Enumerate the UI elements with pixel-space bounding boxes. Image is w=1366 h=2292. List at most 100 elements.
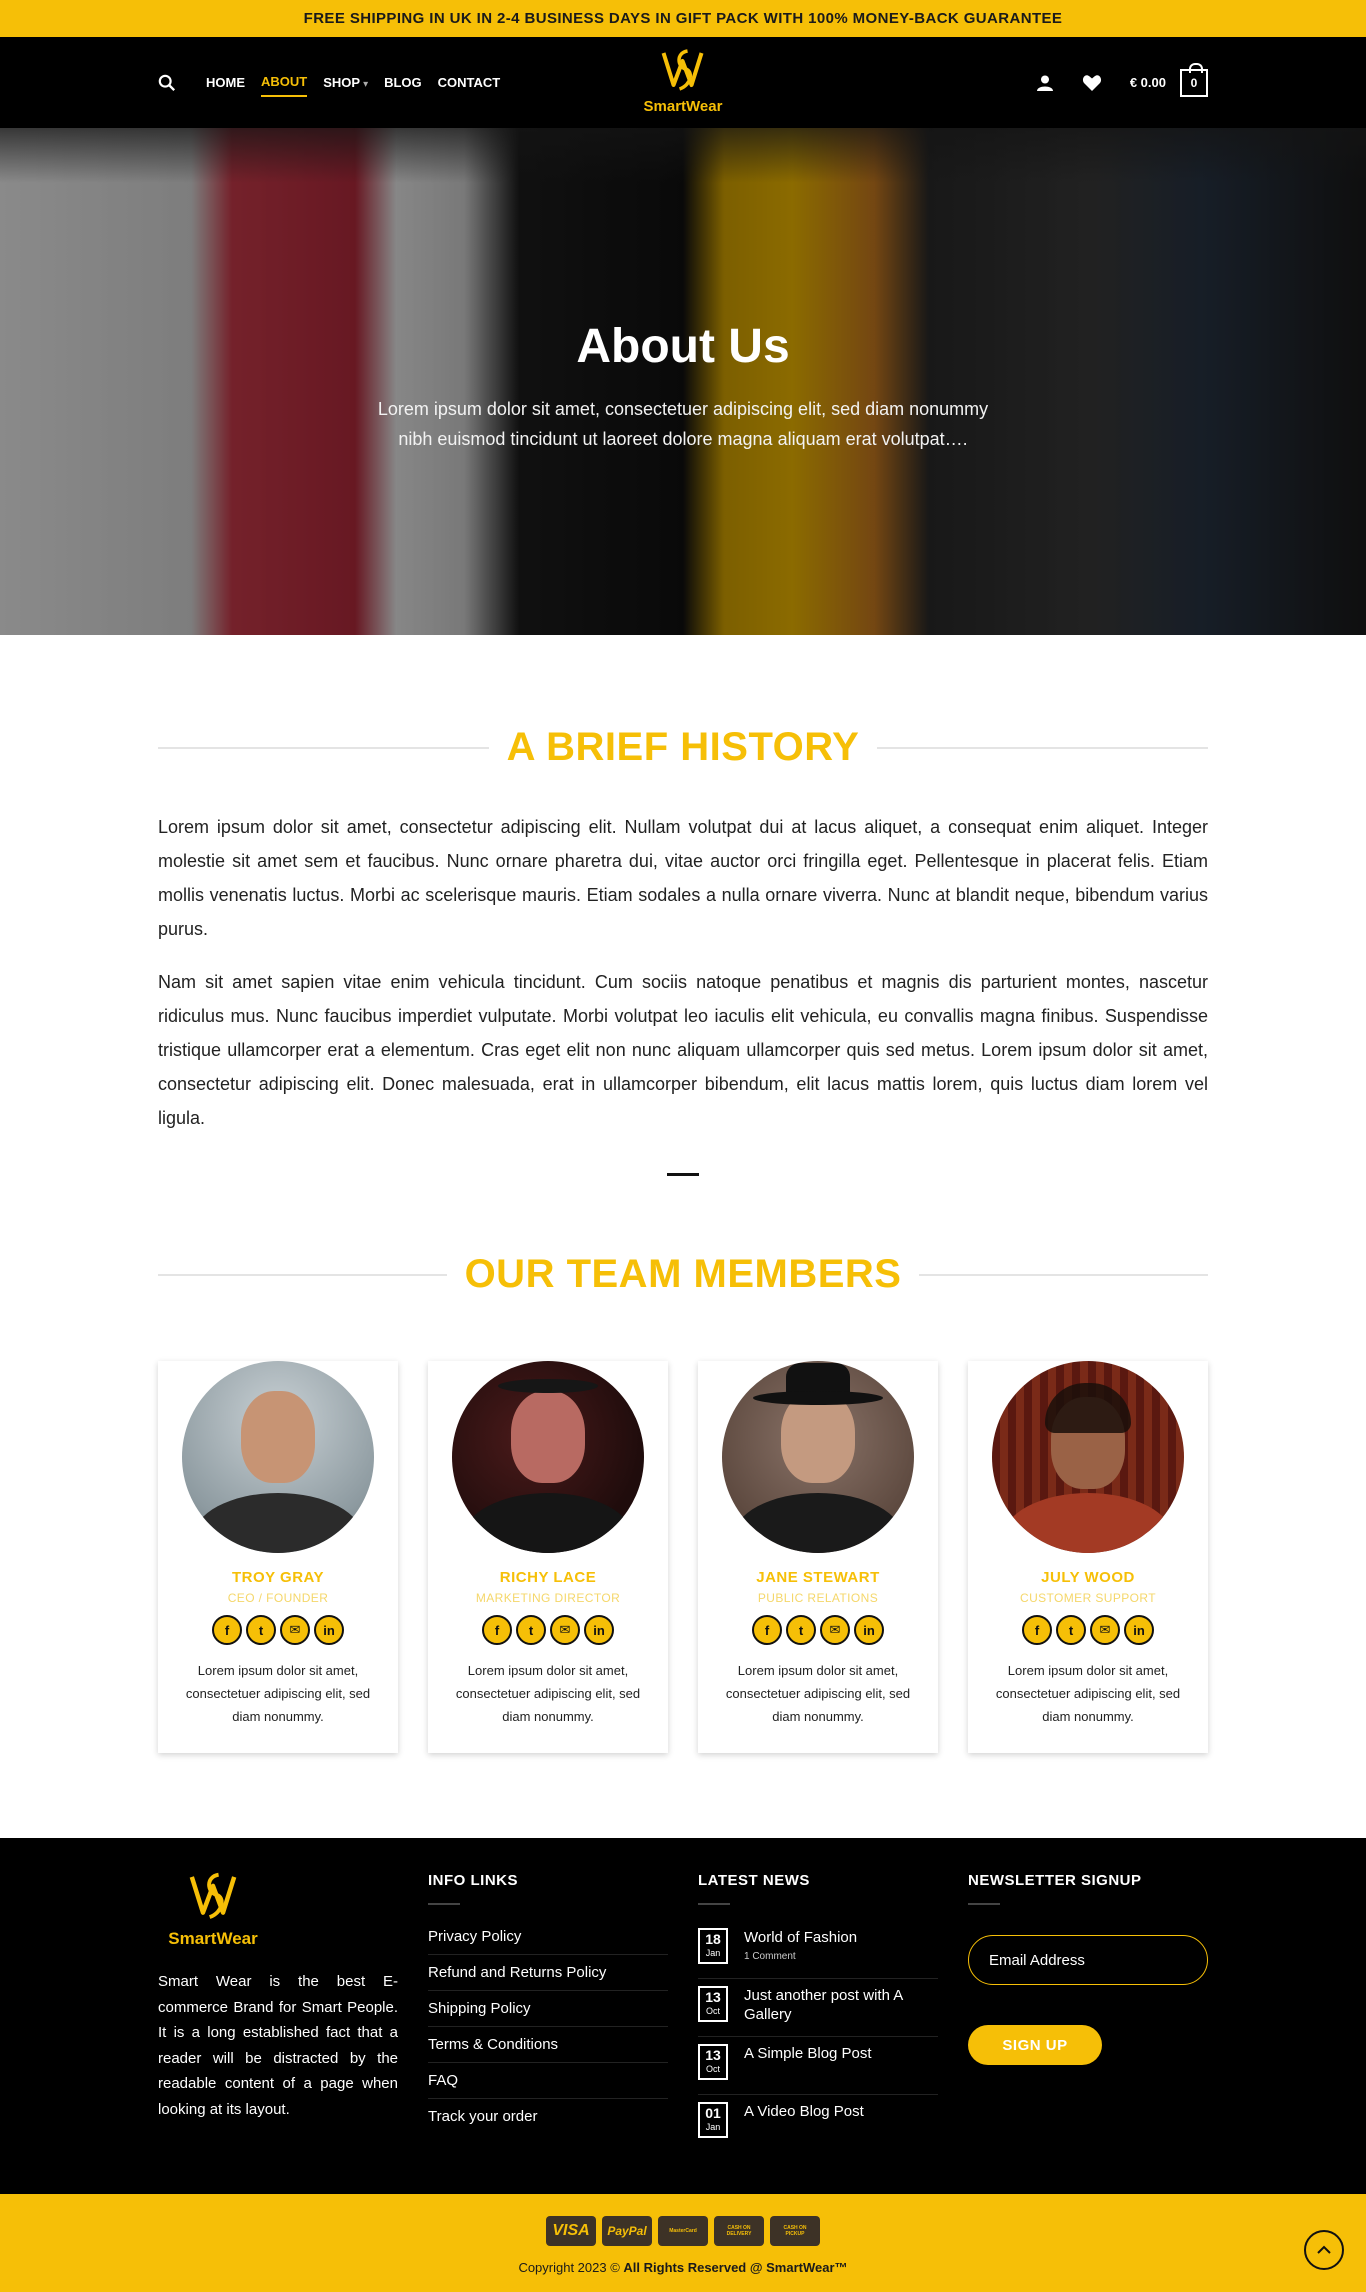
social-links: f t ✉ in [482, 1615, 614, 1645]
history-heading: A BRIEF HISTORY [0, 725, 1366, 770]
twitter-icon[interactable]: t [1056, 1615, 1086, 1645]
main-nav: HOME ABOUT SHOP ▾ BLOG CONTACT [158, 68, 516, 97]
footer-link[interactable]: Privacy Policy [428, 1919, 668, 1955]
facebook-icon[interactable]: f [212, 1615, 242, 1645]
member-role: PUBLIC RELATIONS [757, 1591, 879, 1605]
news-comments[interactable]: 1 Comment [744, 1951, 857, 1962]
header-actions: € 0.00 0 [1036, 62, 1208, 97]
copyright: Copyright 2023 © All Rights Reserved @ S… [0, 2260, 1366, 2275]
email-icon[interactable]: ✉ [1090, 1615, 1120, 1645]
linkedin-icon[interactable]: in [314, 1615, 344, 1645]
title-underline [968, 1903, 1000, 1905]
history-title: A BRIEF HISTORY [506, 725, 860, 769]
title-underline [698, 1903, 730, 1905]
footer-link[interactable]: FAQ [428, 2063, 668, 2099]
divider-line [877, 746, 1208, 749]
footer-link[interactable]: Track your order [428, 2099, 668, 2134]
footer-link[interactable]: Terms & Conditions [428, 2027, 668, 2063]
wishlist-heart-icon[interactable] [1082, 74, 1102, 92]
logo-mark-icon [662, 49, 704, 91]
email-icon[interactable]: ✉ [550, 1615, 580, 1645]
site-footer: SmartWear Smart Wear is the best E-comme… [0, 1838, 1366, 2194]
hero-content: About Us Lorem ipsum dolor sit amet, con… [0, 128, 1366, 635]
news-title[interactable]: A Video Blog Post [744, 2102, 864, 2121]
news-item[interactable]: 01 Jan A Video Blog Post [698, 2095, 938, 2153]
social-links: f t ✉ in [752, 1615, 884, 1645]
news-date-badge: 18 Jan [698, 1928, 728, 1964]
member-bio: Lorem ipsum dolor sit amet, consectetuer… [455, 1663, 641, 1724]
news-day: 01 [705, 2105, 721, 2121]
account-icon[interactable] [1036, 74, 1054, 92]
twitter-icon[interactable]: t [516, 1615, 546, 1645]
team-heading: OUR TEAM MEMBERS [0, 1252, 1366, 1297]
email-icon[interactable]: ✉ [820, 1615, 850, 1645]
member-name: RICHY LACE [499, 1569, 597, 1586]
news-item[interactable]: 13 Oct A Simple Blog Post [698, 2037, 938, 2095]
site-header: HOME ABOUT SHOP ▾ BLOG CONTACT SmartWear … [0, 37, 1366, 128]
divider-line [158, 1273, 447, 1276]
facebook-icon[interactable]: f [482, 1615, 512, 1645]
member-name: JULY WOOD [1041, 1569, 1135, 1586]
news-day: 13 [705, 1989, 721, 2005]
back-to-top-button[interactable] [1304, 2230, 1344, 2270]
footer-logo[interactable]: SmartWear [158, 1868, 268, 1949]
footer-link[interactable]: Refund and Returns Policy [428, 1955, 668, 1991]
nav-about[interactable]: ABOUT [261, 68, 308, 97]
nav-shop-label: SHOP [323, 75, 361, 90]
info-links-title: INFO LINKS [428, 1872, 518, 1889]
team-title: OUR TEAM MEMBERS [464, 1252, 902, 1296]
news-day: 13 [705, 2047, 721, 2063]
site-logo[interactable]: SmartWear [644, 45, 722, 115]
news-month: Oct [705, 2006, 720, 2016]
cart-icon[interactable]: 0 [1180, 62, 1208, 97]
news-title[interactable]: Just another post with A Gallery [744, 1986, 938, 2024]
nav-blog[interactable]: BLOG [384, 69, 422, 96]
linkedin-icon[interactable]: in [854, 1615, 884, 1645]
linkedin-icon[interactable]: in [584, 1615, 614, 1645]
info-links-list: Privacy Policy Refund and Returns Policy… [428, 1919, 668, 2134]
news-item[interactable]: 13 Oct Just another post with A Gallery [698, 1979, 938, 2037]
section-separator [667, 1173, 699, 1176]
social-links: f t ✉ in [1022, 1615, 1154, 1645]
email-icon[interactable]: ✉ [280, 1615, 310, 1645]
avatar [992, 1361, 1184, 1553]
team-card: RICHY LACE MARKETING DIRECTOR f t ✉ in L… [428, 1361, 668, 1753]
news-date-badge: 01 Jan [698, 2102, 728, 2138]
nav-contact[interactable]: CONTACT [438, 69, 501, 96]
search-icon[interactable] [158, 74, 176, 92]
news-item[interactable]: 18 Jan World of Fashion 1 Comment [698, 1921, 938, 1979]
visa-icon: VISA [546, 2216, 596, 2246]
facebook-icon[interactable]: f [752, 1615, 782, 1645]
team-card: JANE STEWART PUBLIC RELATIONS f t ✉ in L… [698, 1361, 938, 1753]
facebook-icon[interactable]: f [1022, 1615, 1052, 1645]
member-bio: Lorem ipsum dolor sit amet, consectetuer… [995, 1663, 1181, 1724]
copyright-prefix: Copyright 2023 © [518, 2260, 620, 2275]
news-title[interactable]: World of Fashion [744, 1928, 857, 1947]
nav-shop[interactable]: SHOP ▾ [323, 69, 368, 96]
team-card: TROY GRAY CEO / FOUNDER f t ✉ in Lorem i… [158, 1361, 398, 1753]
news-date-badge: 13 Oct [698, 1986, 728, 2022]
email-input[interactable]: Email Address [968, 1935, 1208, 1985]
cash-on-pickup-icon: CASH ON PICKUP [770, 2216, 820, 2246]
footer-newsletter: NEWSLETTER SIGNUP Email Address SIGN UP [968, 1872, 1208, 2065]
avatar [182, 1361, 374, 1553]
linkedin-icon[interactable]: in [1124, 1615, 1154, 1645]
footer-link[interactable]: Shipping Policy [428, 1991, 668, 2027]
cart-total[interactable]: € 0.00 [1130, 75, 1166, 90]
history-paragraph-1: Lorem ipsum dolor sit amet, consectetur … [158, 817, 1208, 939]
social-links: f t ✉ in [212, 1615, 344, 1645]
newsletter-title: NEWSLETTER SIGNUP [968, 1872, 1142, 1889]
member-bio: Lorem ipsum dolor sit amet, consectetuer… [185, 1663, 371, 1724]
twitter-icon[interactable]: t [246, 1615, 276, 1645]
chevron-up-icon [1317, 2245, 1331, 2254]
team-card: JULY WOOD CUSTOMER SUPPORT f t ✉ in Lore… [968, 1361, 1208, 1753]
signup-button[interactable]: SIGN UP [968, 2025, 1102, 2065]
member-name: TROY GRAY [231, 1569, 325, 1586]
news-title[interactable]: A Simple Blog Post [744, 2044, 872, 2063]
logo-mark-icon [189, 1872, 237, 1919]
member-role: CUSTOMER SUPPORT [1020, 1591, 1156, 1605]
footer-about: SmartWear Smart Wear is the best E-comme… [158, 1868, 398, 2122]
twitter-icon[interactable]: t [786, 1615, 816, 1645]
divider-line [919, 1273, 1209, 1276]
nav-home[interactable]: HOME [206, 69, 245, 96]
